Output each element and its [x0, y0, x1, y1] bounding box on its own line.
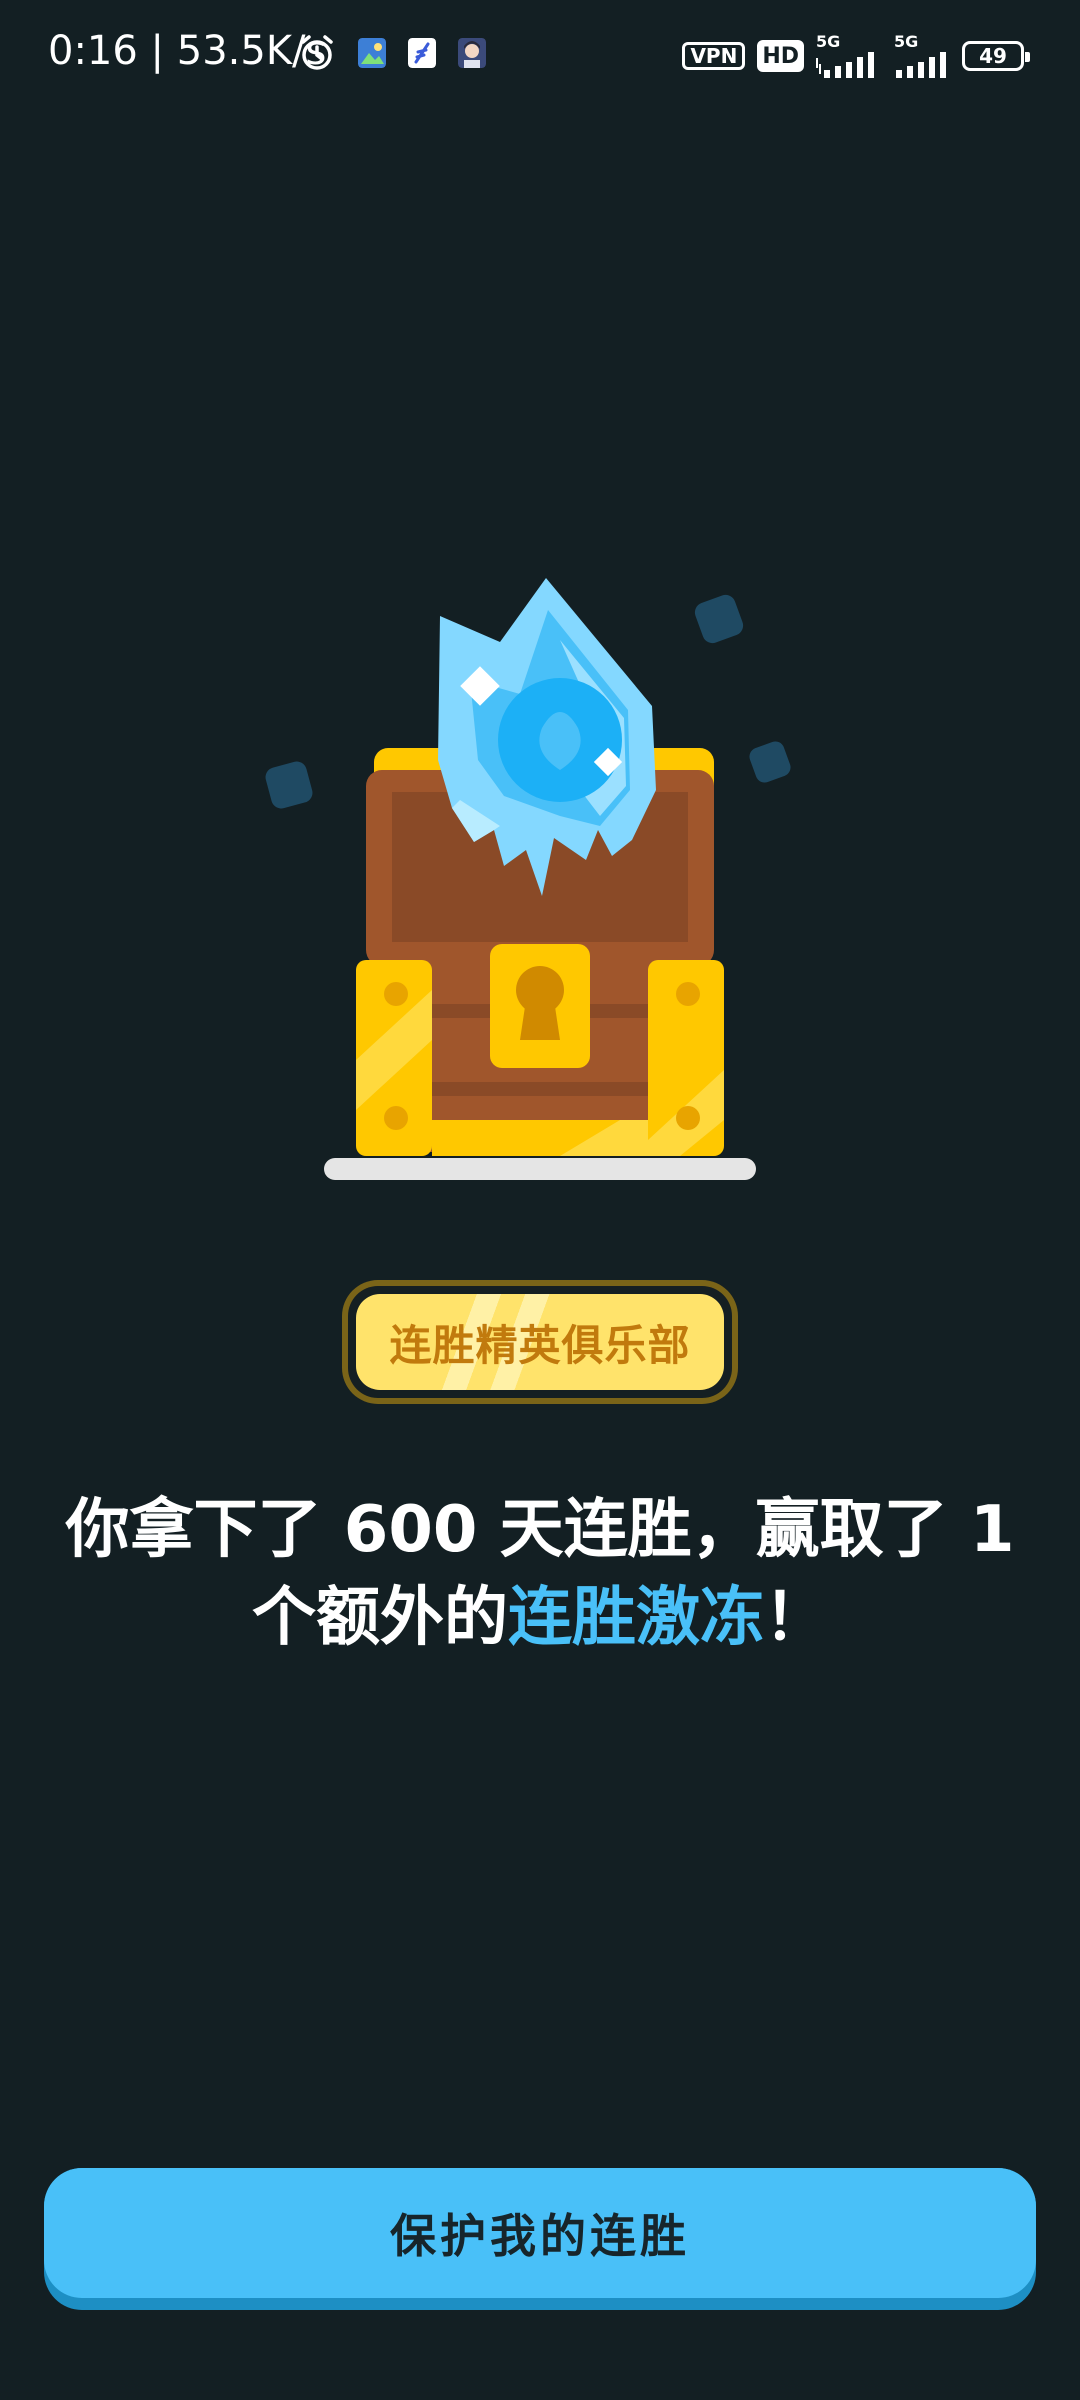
floating-ice-cube-icon [265, 761, 313, 809]
streak-club-badge-border: 连胜精英俱乐部 [348, 1286, 732, 1398]
protect-streak-button-shadow: 保护我的连胜 [44, 2168, 1036, 2310]
screen: 0:16 | 53.5K/s VPN HD 5G 5G 49 连胜精英俱乐部 你… [0, 0, 1080, 2400]
notification-icons [298, 34, 486, 72]
alarm-icon [301, 35, 333, 70]
hd-voice-icon: HD [757, 40, 804, 72]
gallery-app-icon [358, 38, 386, 68]
battery-level: 49 [979, 44, 1007, 68]
streak-club-badge-label: 连胜精英俱乐部 [356, 1294, 724, 1390]
status-right-icons: VPN HD 5G 5G 49 [682, 34, 1030, 78]
reward-message-suffix: ！ [764, 1581, 828, 1655]
floating-ice-cube-icon [749, 741, 791, 783]
streak-club-badge: 连胜精英俱乐部 [342, 1280, 738, 1404]
reward-message-prefix: 个额外的 [252, 1581, 508, 1655]
signal-2-label: 5G [894, 32, 919, 51]
signal-1-label: 5G [816, 32, 841, 51]
chest-shadow [324, 1158, 756, 1180]
status-time: 0:16 [48, 28, 138, 74]
signal-2: 5G [894, 34, 950, 78]
streak-freeze-highlight: 连胜激冻 [508, 1581, 764, 1655]
signal-1: 5G [816, 34, 882, 78]
reward-message-line-2: 个额外的连胜激冻！ [40, 1574, 1040, 1662]
status-separator: | [150, 28, 177, 74]
feather-app-icon [408, 38, 436, 68]
streak-freeze-chest-illustration [265, 578, 791, 1180]
floating-ice-cube-icon [694, 594, 744, 644]
vpn-icon: VPN [682, 42, 746, 70]
protect-streak-button[interactable]: 保护我的连胜 [44, 2168, 1036, 2298]
hd-label: HD [762, 43, 799, 69]
signal-bars-icon [896, 52, 946, 78]
reward-message: 你拿下了 600 天连胜，赢取了 1 个额外的连胜激冻！ [40, 1486, 1040, 1662]
battery-icon: 49 [962, 41, 1030, 71]
status-time-speed: 0:16 | 53.5K/s [48, 28, 326, 74]
signal-bars-icon [816, 52, 874, 78]
avatar-app-icon [458, 38, 486, 68]
reward-message-line-1: 你拿下了 600 天连胜，赢取了 1 [65, 1493, 1015, 1567]
status-bar: 0:16 | 53.5K/s VPN HD 5G 5G 49 [0, 0, 1080, 110]
